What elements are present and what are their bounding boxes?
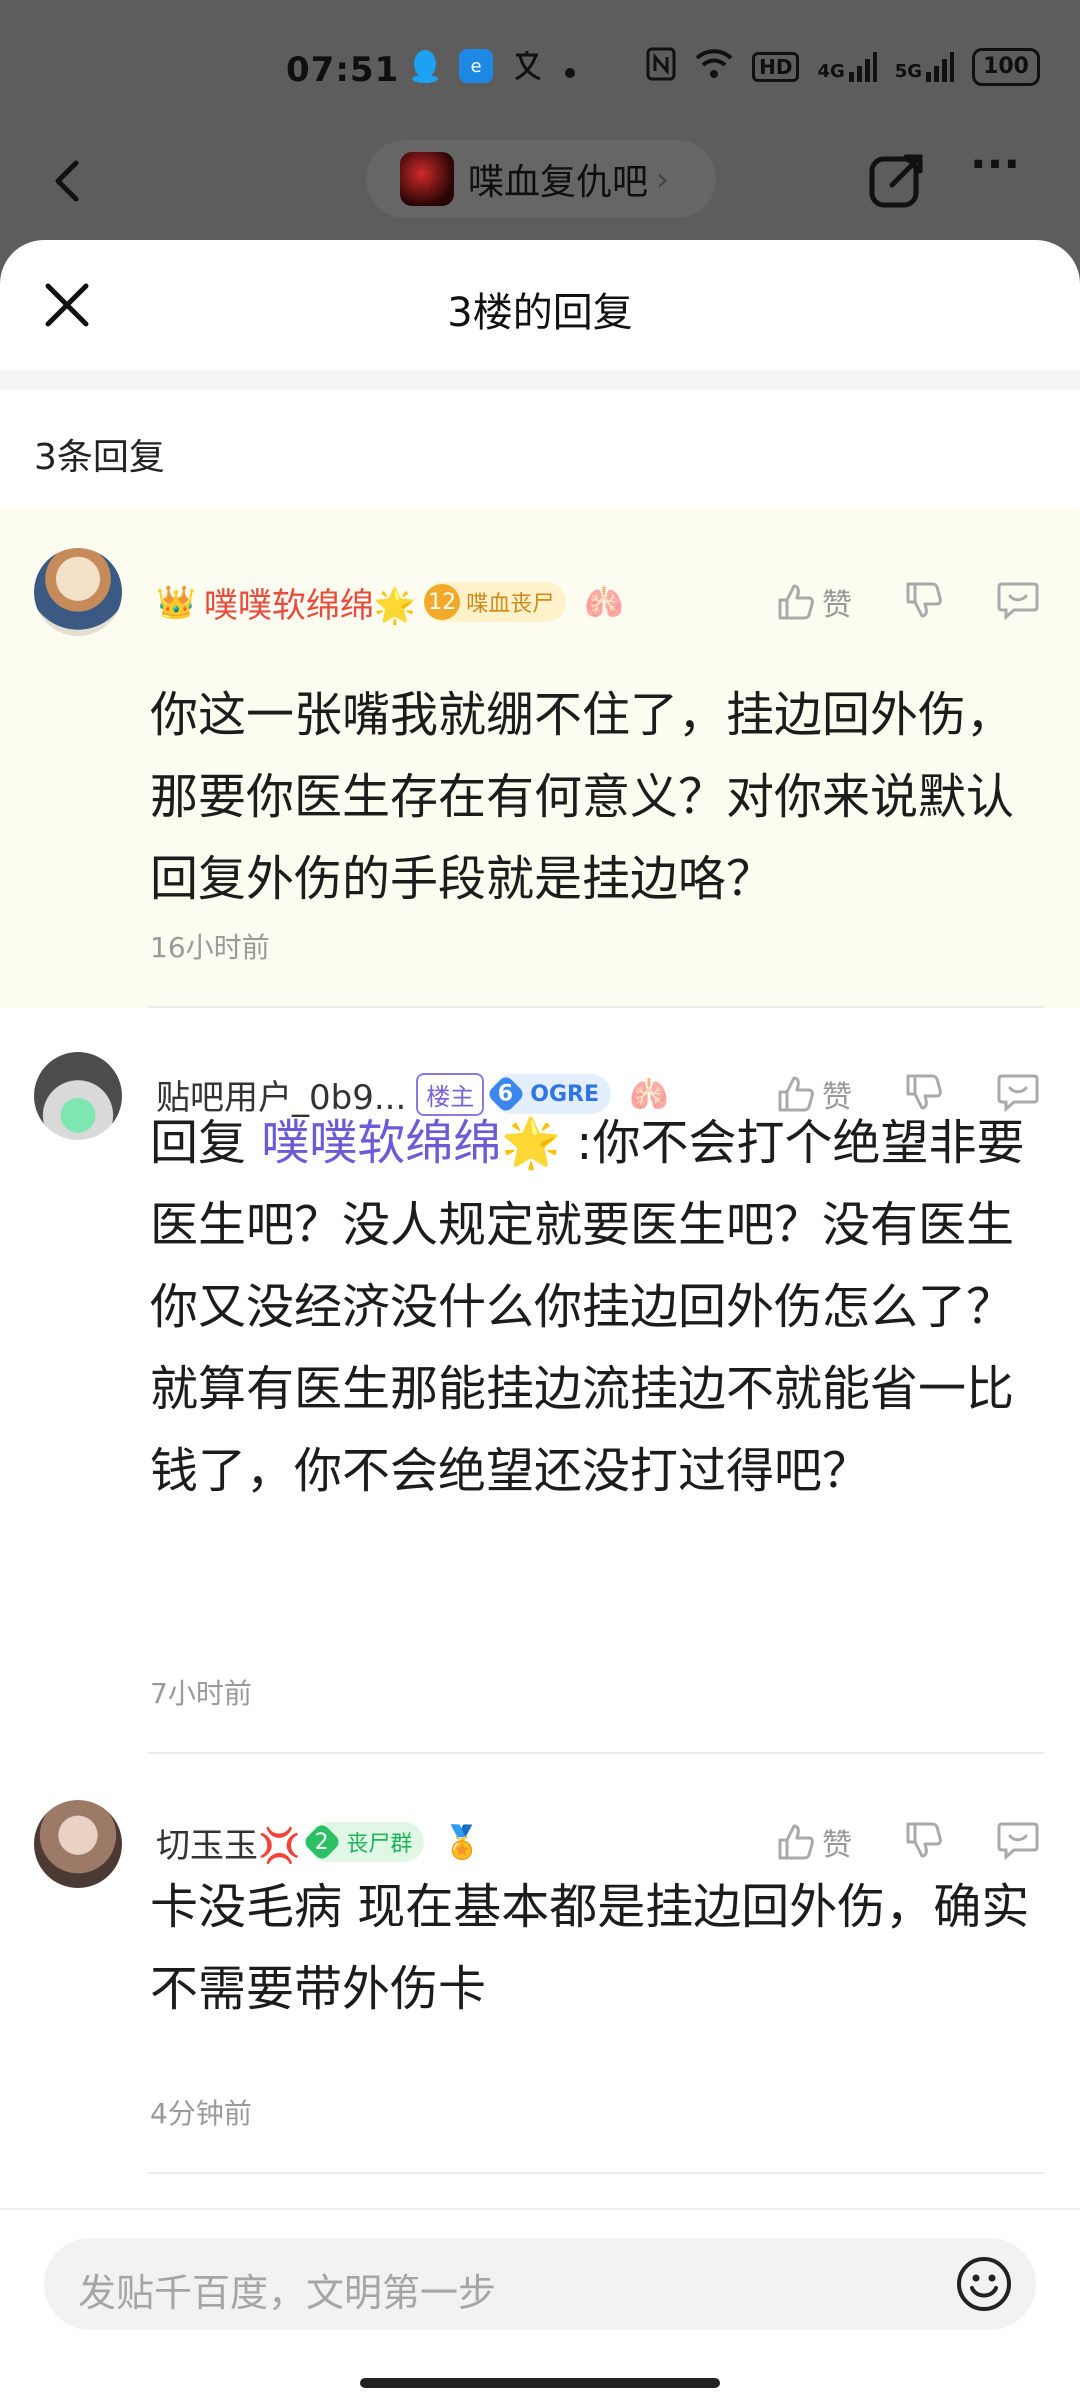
user-line: 切玉玉💢 2 丧尸群 🏅 bbox=[156, 1812, 482, 1872]
reply-time: 7小时前 bbox=[150, 1677, 252, 1710]
avatar[interactable] bbox=[34, 548, 122, 636]
forum-avatar bbox=[400, 152, 454, 206]
4g-signal-icon: 4G bbox=[817, 52, 877, 82]
hd-icon: HD bbox=[752, 52, 800, 82]
row-divider bbox=[148, 2172, 1044, 2174]
decoration-icon: 🫁 bbox=[584, 583, 625, 621]
forum-link[interactable]: 喋血复仇吧 › bbox=[366, 140, 716, 218]
dislike-button[interactable] bbox=[904, 1820, 944, 1864]
reply-sheet: 3楼的回复 3条回复 👑 噗噗软绵绵🌟 12 喋血丧尸 🫁 赞 你这一张嘴我就绷… bbox=[0, 240, 1080, 2400]
level-badge: 12 喋血丧尸 bbox=[424, 582, 567, 622]
sheet-header: 3楼的回复 bbox=[0, 240, 1080, 370]
reply-time: 16小时前 bbox=[150, 931, 270, 964]
reply-time: 4分钟前 bbox=[150, 2097, 252, 2130]
emoji-button[interactable] bbox=[954, 2254, 1014, 2314]
home-indicator bbox=[360, 2378, 720, 2388]
share-icon bbox=[869, 154, 923, 208]
smiley-icon bbox=[957, 2257, 1011, 2311]
like-button[interactable]: 赞 bbox=[776, 580, 852, 624]
reply-item: 切玉玉💢 2 丧尸群 🏅 赞 卡没毛病 现在基本都是挂边回外伤，确实不需要带外伤… bbox=[0, 1756, 1080, 2176]
forum-name: 喋血复仇吧 bbox=[468, 162, 649, 203]
comment-icon bbox=[997, 582, 1039, 621]
sheet-title: 3楼的回复 bbox=[447, 290, 633, 336]
app-icon: e bbox=[458, 48, 494, 91]
share-button[interactable] bbox=[866, 149, 928, 211]
dislike-button[interactable] bbox=[904, 580, 944, 624]
thumbs-down-icon bbox=[906, 1822, 942, 1858]
comment-button[interactable] bbox=[996, 580, 1040, 624]
dot-icon bbox=[564, 53, 576, 86]
avatar[interactable] bbox=[34, 1800, 122, 1888]
reply-item: 👑 噗噗软绵绵🌟 12 喋血丧尸 🫁 赞 你这一张嘴我就绷不住了，挂边回外伤，那… bbox=[0, 508, 1080, 1008]
svg-text:e: e bbox=[470, 56, 481, 77]
thumbs-up-icon bbox=[778, 1824, 814, 1860]
top-nav: 喋血复仇吧 › ··· bbox=[0, 135, 1080, 240]
username[interactable]: 切玉玉💢 bbox=[156, 1818, 300, 1867]
nfc-icon bbox=[646, 47, 676, 87]
status-notification-icons: e bbox=[410, 48, 576, 91]
divider bbox=[0, 370, 1080, 390]
translate-icon bbox=[512, 49, 546, 90]
user-line: 👑 噗噗软绵绵🌟 12 喋血丧尸 🫁 bbox=[156, 572, 624, 632]
like-button[interactable]: 赞 bbox=[776, 1820, 852, 1864]
reply-count: 3条回复 bbox=[34, 437, 165, 478]
thumbs-down-icon bbox=[906, 582, 942, 618]
status-system-icons: HD 4G 5G 100 bbox=[646, 47, 1040, 87]
mention-link[interactable]: 噗噗软绵绵🌟 bbox=[261, 1115, 561, 1171]
reply-input[interactable]: 发贴千百度，文明第一步 bbox=[44, 2238, 1036, 2330]
reply-item: 贴吧用户_0b9... 楼主 6 OGRE 🫁 赞 回复 噗噗软绵绵🌟 :你不会… bbox=[0, 1008, 1080, 1756]
level-badge: 2 丧尸群 bbox=[302, 1822, 425, 1862]
reply-actions: 赞 bbox=[776, 572, 1040, 632]
avatar[interactable] bbox=[34, 1052, 122, 1140]
reply-text: 你这一张嘴我就绷不住了，挂边回外伤，那要你医生存在有何意义？对你来说默认回复外伤… bbox=[150, 687, 1015, 907]
comment-icon bbox=[997, 1822, 1039, 1861]
crown-icon: 👑 bbox=[156, 583, 196, 621]
reply-text: 回复 噗噗软绵绵🌟 :你不会打个绝望非要医生吧？没人规定就要医生吧？没有医生你又… bbox=[150, 1115, 1025, 1499]
username[interactable]: 噗噗软绵绵🌟 bbox=[204, 578, 416, 627]
back-button[interactable] bbox=[40, 145, 100, 215]
status-bar: 07:51 e HD 4G 5G 100 bbox=[0, 0, 1080, 135]
5g-signal-icon: 5G bbox=[895, 52, 955, 82]
row-divider bbox=[148, 1752, 1044, 1754]
wifi-icon bbox=[694, 48, 734, 86]
reply-actions: 赞 bbox=[776, 1812, 1040, 1872]
more-options-button[interactable]: ··· bbox=[960, 143, 1030, 215]
thumbs-up-icon bbox=[778, 584, 814, 620]
composer-bar: 发贴千百度，文明第一步 bbox=[0, 2208, 1080, 2400]
qq-icon bbox=[410, 48, 440, 91]
decoration-icon: 🏅 bbox=[442, 1823, 483, 1861]
back-arrow-icon bbox=[55, 160, 79, 202]
reply-input-placeholder: 发贴千百度，文明第一步 bbox=[78, 2271, 497, 2315]
reply-text: 卡没毛病 现在基本都是挂边回外伤，确实不需要带外伤卡 bbox=[150, 1879, 1030, 2017]
status-time: 07:51 bbox=[286, 50, 400, 90]
battery-indicator: 100 bbox=[972, 48, 1040, 86]
chevron-right-icon: › bbox=[656, 160, 669, 198]
comment-button[interactable] bbox=[996, 1820, 1040, 1864]
